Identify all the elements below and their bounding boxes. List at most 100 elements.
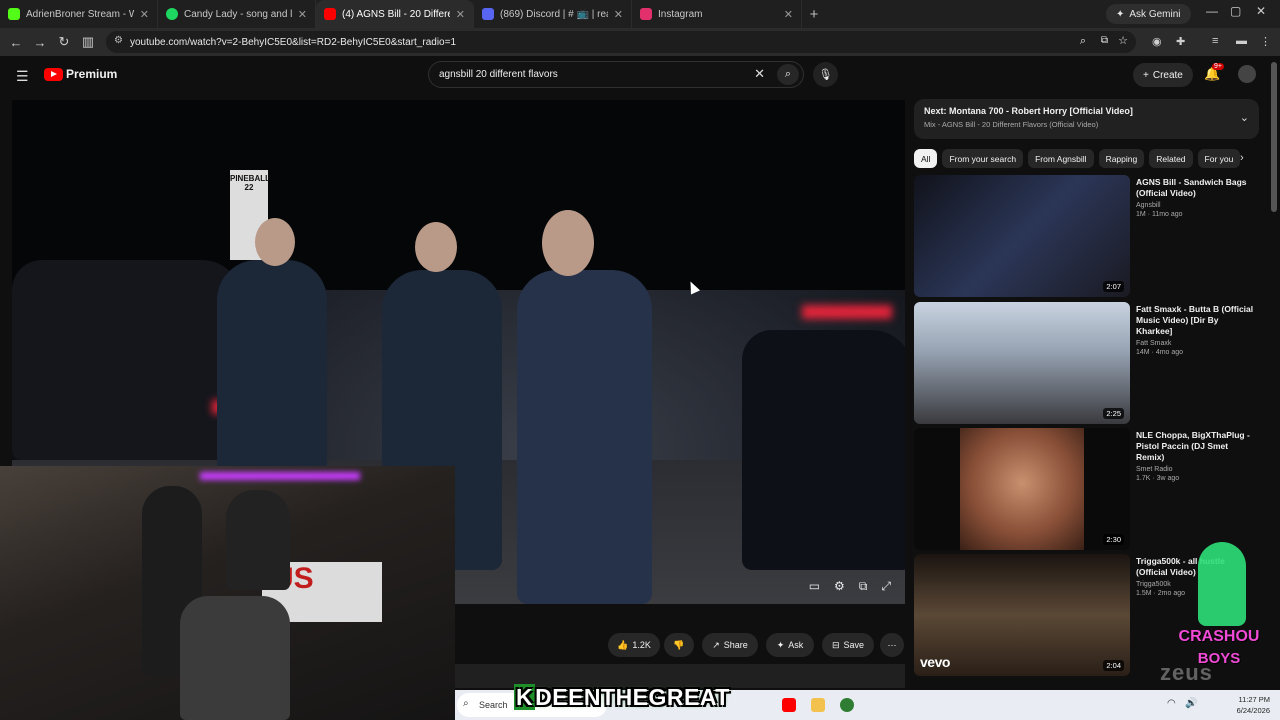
- duration-badge: 2:04: [1103, 660, 1124, 671]
- ask-button[interactable]: ✦ Ask: [766, 633, 814, 657]
- taskbar-clock[interactable]: 11:27 PM 6/24/2026: [1220, 694, 1270, 716]
- list-item[interactable]: 2:30 NLE Choppa, BigXThaPlug - Pistol Pa…: [914, 428, 1259, 552]
- browser-tab[interactable]: AdrienBroner Stream - Watch L ✕: [0, 0, 158, 28]
- save-button[interactable]: ⊟ Save: [822, 633, 874, 657]
- sidebar-icon[interactable]: ▥: [76, 34, 100, 50]
- browser-tab[interactable]: Candy Lady - song and lyrics by ✕: [158, 0, 316, 28]
- youtube-premium-logo[interactable]: Premium: [44, 67, 117, 81]
- chip-from-agnsbill[interactable]: From Agnsbill: [1028, 149, 1094, 168]
- channel-name[interactable]: Fatt Smaxk: [1136, 340, 1254, 347]
- menu-dots-icon[interactable]: ⋮: [1260, 35, 1271, 48]
- search-icon: ⌕: [463, 698, 469, 709]
- file-explorer-icon[interactable]: [811, 698, 825, 712]
- clock-time: 11:27 PM: [1238, 695, 1270, 704]
- subtitles-icon[interactable]: ▭: [809, 579, 820, 594]
- browser-tab-active[interactable]: (4) AGNS Bill - 20 Different ✕: [316, 0, 474, 28]
- youtube-icon: [324, 8, 336, 20]
- more-actions-button[interactable]: ⋯: [880, 633, 904, 657]
- reload-icon[interactable]: ↻: [52, 34, 76, 50]
- video-thumbnail[interactable]: vevo 2:04: [914, 554, 1130, 676]
- browser-toolbar: ← → ↻ ▥ ⚙ youtube.com/watch?v=2-BehyIC5E…: [0, 28, 1280, 56]
- install-icon[interactable]: ⧉: [1101, 35, 1108, 46]
- close-icon[interactable]: ✕: [140, 8, 149, 21]
- duration-badge: 2:07: [1103, 281, 1124, 292]
- video-officer: [517, 270, 652, 604]
- player-controls: ▭ ⚙ ⧉ ⤢: [809, 579, 891, 594]
- neon-light: [200, 472, 360, 480]
- chrome-icon[interactable]: [840, 698, 854, 712]
- thumbs-down-icon: 👎: [673, 639, 685, 650]
- video-officer-head: [255, 218, 295, 266]
- video-title[interactable]: AGNS Bill - Sandwich Bags (Official Vide…: [1136, 177, 1254, 199]
- video-title[interactable]: NLE Choppa, BigXThaPlug - Pistol Paccin …: [1136, 430, 1254, 463]
- maximize-icon[interactable]: ▢: [1230, 4, 1241, 18]
- volume-icon[interactable]: 🔊: [1185, 698, 1197, 709]
- chip-for-you[interactable]: For you: [1197, 149, 1241, 168]
- browser-tab[interactable]: Instagram ✕: [632, 0, 802, 28]
- bookmark-star-icon[interactable]: ☆: [1118, 34, 1128, 47]
- close-icon[interactable]: ✕: [456, 8, 465, 21]
- chip-from-your-search[interactable]: From your search: [942, 149, 1024, 168]
- video-stats: 1.7K · 3w ago: [1136, 475, 1180, 482]
- extension-icon[interactable]: ◉: [1152, 35, 1162, 48]
- tab-title: Instagram: [658, 8, 703, 20]
- channel-name[interactable]: Agnsbill: [1136, 202, 1254, 209]
- chevron-down-icon[interactable]: ⌄: [1240, 111, 1249, 124]
- close-icon[interactable]: ✕: [298, 8, 307, 21]
- site-info-icon[interactable]: ⚙: [114, 35, 123, 46]
- profile-icon[interactable]: ▬: [1236, 35, 1247, 47]
- chevron-right-icon[interactable]: ›: [1240, 152, 1244, 164]
- video-thumbnail[interactable]: 2:25: [914, 302, 1130, 424]
- scrollbar[interactable]: [1271, 62, 1277, 212]
- video-actions: 👍 1.2K 👎 ↗ Share ✦ Ask ⊟ Save ⋯: [455, 630, 905, 660]
- microphone-icon[interactable]: 🎙: [813, 62, 838, 87]
- close-icon[interactable]: ✕: [784, 8, 793, 21]
- miniplayer-icon[interactable]: ⧉: [859, 579, 868, 594]
- avatar[interactable]: [1238, 65, 1256, 83]
- playlist-icon[interactable]: ≡: [1212, 35, 1218, 47]
- puzzle-icon[interactable]: ✚: [1176, 35, 1185, 48]
- chip-all[interactable]: All: [914, 149, 938, 168]
- video-thumbnail[interactable]: 2:30: [914, 428, 1130, 550]
- video-thumbnail[interactable]: 2:07: [914, 175, 1130, 297]
- notifications-bell-icon[interactable]: 🔔 9+: [1204, 63, 1224, 82]
- video-title[interactable]: Fatt Smaxk - Butta B (Official Music Vid…: [1136, 304, 1254, 337]
- wifi-icon[interactable]: ◠: [1167, 698, 1176, 709]
- notification-count: 9+: [1212, 63, 1224, 70]
- back-icon[interactable]: ←: [4, 35, 28, 50]
- ask-gemini-button[interactable]: ✦ Ask Gemini: [1106, 4, 1191, 24]
- hamburger-menu-icon[interactable]: ☰: [16, 68, 29, 85]
- save-label: Save: [843, 640, 865, 650]
- video-suv: [742, 330, 905, 570]
- list-item[interactable]: 2:07 AGNS Bill - Sandwich Bags (Official…: [914, 175, 1259, 299]
- address-bar[interactable]: ⚙ youtube.com/watch?v=2-BehyIC5E0&list=R…: [106, 31, 1136, 53]
- search-icon[interactable]: ⌕: [777, 64, 799, 85]
- new-tab-button[interactable]: +: [802, 6, 826, 23]
- chip-rapping[interactable]: Rapping: [1098, 149, 1145, 168]
- tab-title: Candy Lady - song and lyrics by: [184, 8, 292, 20]
- youtube-app-icon[interactable]: [782, 698, 796, 712]
- discord-icon: [482, 8, 494, 20]
- zoom-icon[interactable]: ⌕: [1080, 35, 1086, 48]
- clear-search-icon[interactable]: ✕: [754, 66, 765, 82]
- fullscreen-icon[interactable]: ⤢: [881, 579, 891, 594]
- list-item[interactable]: 2:25 Fatt Smaxk - Butta B (Official Musi…: [914, 302, 1259, 426]
- like-button[interactable]: 👍 1.2K: [608, 633, 660, 657]
- close-window-icon[interactable]: ✕: [1256, 4, 1266, 18]
- search-input[interactable]: agnsbill 20 different flavors ✕ ⌕: [428, 61, 804, 88]
- forward-icon[interactable]: →: [28, 35, 52, 50]
- vevo-logo: vevo: [920, 654, 950, 670]
- browser-tab[interactable]: (869) Discord | # 📺 | reactions ✕: [474, 0, 632, 28]
- duration-badge: 2:30: [1103, 534, 1124, 545]
- create-button[interactable]: + Create: [1133, 63, 1193, 87]
- tab-title: (4) AGNS Bill - 20 Different: [342, 8, 450, 20]
- caption-text: DEENTHEGREAT: [535, 684, 730, 710]
- dislike-button[interactable]: 👎: [664, 633, 694, 657]
- share-button[interactable]: ↗ Share: [702, 633, 758, 657]
- channel-name[interactable]: Smet Radio: [1136, 466, 1254, 473]
- settings-gear-icon[interactable]: ⚙: [834, 579, 845, 594]
- chip-related[interactable]: Related: [1149, 149, 1193, 168]
- minimize-icon[interactable]: —: [1206, 4, 1218, 18]
- close-icon[interactable]: ✕: [614, 8, 623, 21]
- next-up-panel[interactable]: Next: Montana 700 - Robert Horry [Offici…: [914, 99, 1259, 139]
